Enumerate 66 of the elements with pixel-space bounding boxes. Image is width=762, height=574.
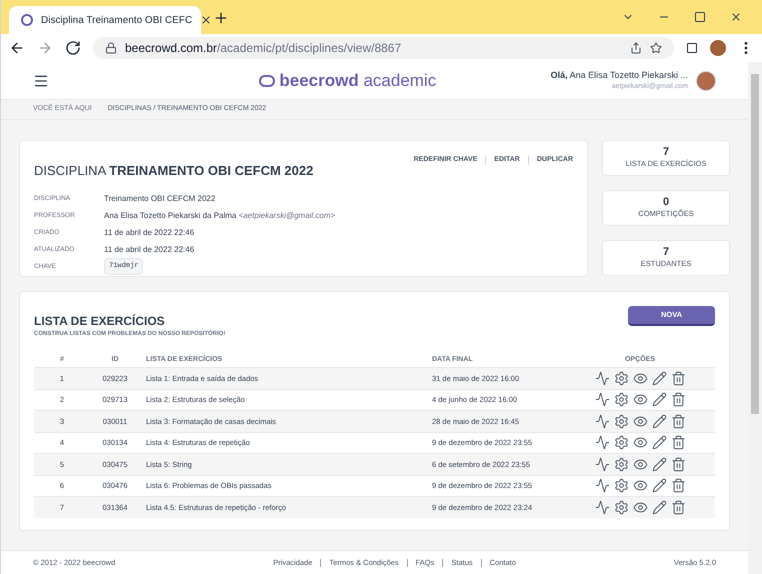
address-bar[interactable]: beecrowd.com.br/academic/pt/disciplines/view/8867: [93, 37, 674, 59]
settings-icon[interactable]: [614, 435, 628, 450]
section-title: LISTA DE EXERCÍCIOS: [34, 313, 166, 330]
profile-avatar[interactable]: [710, 40, 726, 56]
user-avatar[interactable]: [696, 70, 716, 90]
field-value: 11 de abril de 2022 22:46: [104, 226, 194, 238]
pencil-icon[interactable]: [652, 478, 666, 494]
field-value: 11 de abril de 2022 22:46: [104, 244, 194, 256]
maximize-icon[interactable]: [694, 11, 706, 23]
settings-icon[interactable]: [614, 478, 628, 494]
trash-icon[interactable]: [670, 370, 686, 386]
chart-icon[interactable]: [594, 456, 610, 472]
bookmark-icon[interactable]: [650, 42, 662, 54]
user-greeting: Olá, Ana Elisa Tozetto Piekarski ...: [550, 68, 688, 82]
logo-icon: [259, 74, 276, 86]
pencil-icon[interactable]: [652, 370, 666, 386]
settings-icon[interactable]: [614, 370, 628, 386]
forward-icon[interactable]: [37, 40, 53, 56]
eye-icon[interactable]: [632, 456, 648, 472]
pencil-icon[interactable]: [652, 500, 666, 515]
trash-icon[interactable]: [670, 478, 686, 494]
stat-count: 7: [662, 246, 670, 258]
chart-icon[interactable]: [594, 392, 610, 408]
side-panel-icon[interactable]: [686, 42, 698, 54]
eye-icon[interactable]: [632, 414, 648, 429]
close-icon[interactable]: [200, 14, 212, 26]
stat-count: 0: [662, 196, 670, 208]
scrollbar[interactable]: [748, 62, 762, 574]
eye-icon[interactable]: [632, 478, 648, 494]
trash-icon[interactable]: [670, 456, 686, 472]
url-text: beecrowd.com.br/academic/pt/disciplines/view/8867: [125, 40, 402, 57]
share-icon[interactable]: [630, 42, 642, 54]
close-icon[interactable]: [730, 11, 742, 23]
field-value: Treinamento OBI CEFCM 2022: [104, 192, 216, 204]
back-icon[interactable]: [9, 40, 25, 56]
pencil-icon[interactable]: [652, 435, 666, 450]
chart-icon[interactable]: [594, 500, 610, 515]
reload-icon[interactable]: [65, 40, 81, 56]
eye-icon[interactable]: [632, 392, 648, 408]
settings-icon[interactable]: [614, 500, 628, 515]
lock-icon: [105, 42, 117, 54]
site-logo[interactable]: beecrowd academic: [279, 68, 436, 94]
eye-icon[interactable]: [632, 500, 648, 515]
chart-icon[interactable]: [594, 414, 610, 429]
settings-icon[interactable]: [614, 392, 628, 408]
new-tab-icon[interactable]: [213, 10, 229, 26]
pencil-icon[interactable]: [652, 392, 666, 408]
settings-icon[interactable]: [614, 414, 628, 429]
discipline-title: DISCIPLINA TREINAMENTO OBI CEFCM 2022: [34, 163, 314, 178]
chart-icon[interactable]: [594, 478, 610, 494]
tab-title: Disciplina Treinamento OBI CEFC: [41, 14, 192, 28]
trash-icon[interactable]: [670, 392, 686, 408]
chart-icon[interactable]: [594, 370, 610, 386]
eye-icon[interactable]: [632, 435, 648, 450]
field-value: Ana Elisa Tozetto Piekarski da Palma <aetpiekarski@gmail.com>: [104, 210, 336, 222]
eye-icon[interactable]: [632, 370, 648, 386]
menu-icon[interactable]: [33, 72, 49, 88]
trash-icon[interactable]: [670, 500, 686, 515]
settings-icon[interactable]: [614, 456, 628, 472]
logo-icon: [21, 14, 33, 26]
chart-icon[interactable]: [594, 435, 610, 450]
pencil-icon[interactable]: [652, 456, 666, 472]
trash-icon[interactable]: [670, 414, 686, 429]
stat-count: 7: [662, 146, 670, 158]
trash-icon[interactable]: [670, 435, 686, 450]
pencil-icon[interactable]: [652, 414, 666, 429]
